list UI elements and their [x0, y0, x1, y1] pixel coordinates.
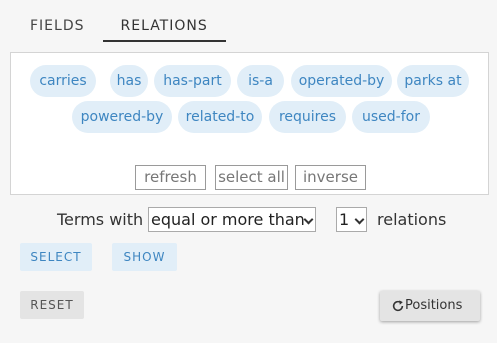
- relation-chip-carries[interactable]: carries: [30, 65, 96, 97]
- relation-chip-parks-at[interactable]: parks at: [397, 65, 469, 97]
- tab-bar: FIELDS RELATIONS: [12, 12, 226, 42]
- terms-with-label: Terms with: [57, 210, 144, 229]
- tab-fields[interactable]: FIELDS: [12, 12, 103, 42]
- comparison-select[interactable]: equal or more than: [148, 207, 316, 232]
- relations-label: relations: [377, 210, 447, 229]
- relation-chip-has[interactable]: has: [110, 65, 148, 97]
- relation-chip-operated-by[interactable]: operated-by: [291, 65, 392, 97]
- relation-count-select[interactable]: 1: [336, 207, 367, 232]
- relation-chip-related-to[interactable]: related-to: [178, 101, 262, 133]
- positions-button[interactable]: Positions: [380, 291, 480, 321]
- relation-count-value: 1: [339, 210, 350, 229]
- tab-relations[interactable]: RELATIONS: [102, 12, 226, 42]
- positions-label: Positions: [405, 298, 463, 313]
- relation-chip-used-for[interactable]: used-for: [352, 101, 430, 133]
- select-button[interactable]: SELECT: [20, 243, 92, 271]
- chevron-down-icon: [303, 214, 314, 225]
- relations-panel: carries has has-part is-a operated-by pa…: [10, 52, 489, 195]
- refresh-button[interactable]: refresh: [135, 165, 206, 190]
- comparison-select-value: equal or more than: [151, 210, 305, 229]
- refresh-icon: [392, 300, 404, 312]
- relation-chip-has-part[interactable]: has-part: [154, 65, 231, 97]
- relation-chip-is-a[interactable]: is-a: [237, 65, 284, 97]
- reset-button[interactable]: RESET: [20, 291, 84, 319]
- show-button[interactable]: SHOW: [112, 243, 177, 271]
- inverse-button[interactable]: inverse: [295, 165, 366, 190]
- select-all-button[interactable]: select all: [215, 165, 288, 190]
- relation-chip-requires[interactable]: requires: [269, 101, 346, 133]
- chevron-down-icon: [354, 214, 365, 225]
- relation-chip-powered-by[interactable]: powered-by: [72, 101, 172, 133]
